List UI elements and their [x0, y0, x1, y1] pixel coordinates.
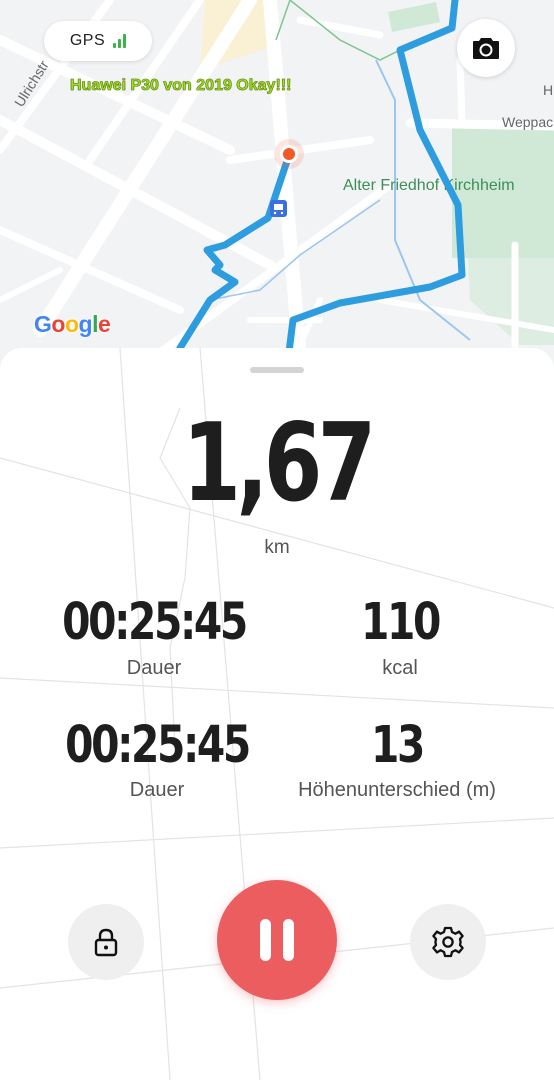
pause-icon [260, 919, 294, 961]
gps-status-pill: GPS [44, 21, 152, 61]
workout-stats-sheet[interactable]: 1,67 km 00:25:45 Dauer 110 kcal 00:25:45… [0, 348, 554, 1080]
sheet-drag-handle[interactable] [250, 367, 304, 373]
duration-value-2: 00:25:45 [65, 716, 251, 775]
gps-label: GPS [69, 32, 106, 49]
street-label-weppach: Weppac [502, 114, 553, 130]
gear-icon [432, 926, 464, 958]
calories-value: 110 [361, 593, 441, 652]
settings-button[interactable] [410, 904, 486, 980]
pause-button[interactable] [217, 880, 337, 1000]
duration-value: 00:25:45 [62, 593, 248, 652]
calories-label: kcal [382, 657, 418, 679]
distance-value: 1,67 [182, 401, 376, 526]
overlay-caption: Huawei P30 von 2019 Okay!!! [70, 77, 292, 95]
bus-stop-icon [270, 200, 287, 217]
distance-unit: km [264, 537, 290, 558]
camera-button[interactable] [457, 19, 515, 77]
street-label-h: H [543, 82, 553, 98]
camera-icon [473, 38, 499, 59]
google-logo: Google [34, 311, 111, 337]
poi-label-friedhof: Alter Friedhof Kirchheim [343, 177, 515, 194]
map-view[interactable]: Ulrichstr Weppac Alter Friedhof Kirchhei… [0, 0, 554, 367]
elevation-value: 13 [371, 716, 425, 775]
elevation-label: Höhenunterschied (m) [298, 779, 496, 801]
current-location-marker [274, 139, 304, 169]
lock-button[interactable] [68, 904, 144, 980]
signal-strength-icon [113, 34, 127, 48]
lock-icon [94, 928, 118, 957]
